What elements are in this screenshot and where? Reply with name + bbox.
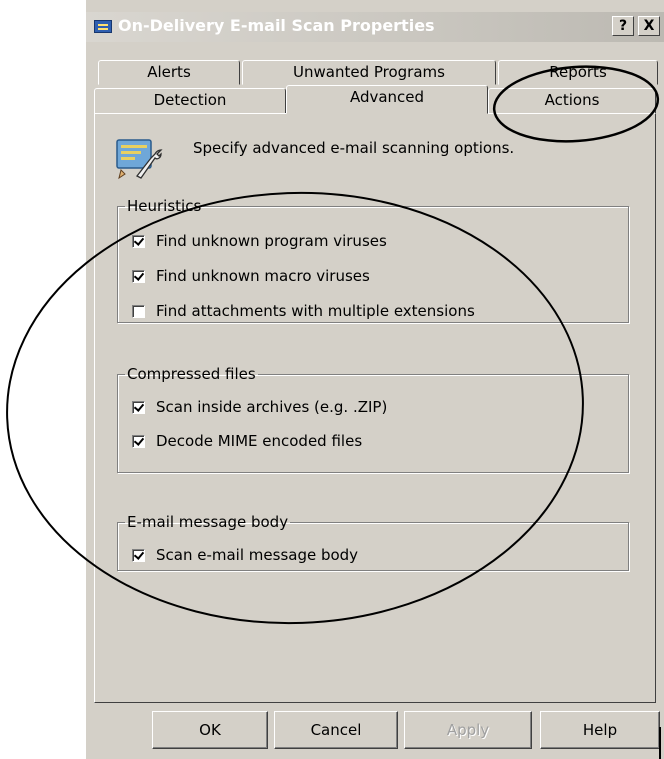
tab-detection[interactable]: Detection <box>94 88 286 114</box>
email-message-body-group-title: E-mail message body <box>127 513 289 531</box>
find-unknown-macro-viruses-checkbox[interactable]: Find unknown macro viruses <box>132 266 370 286</box>
find-unknown-program-viruses-checkbox[interactable]: Find unknown program viruses <box>132 231 387 251</box>
help-button[interactable]: Help <box>540 711 660 749</box>
close-title-button[interactable]: X <box>638 16 660 36</box>
help-title-button[interactable]: ? <box>612 16 634 36</box>
checkbox-box[interactable] <box>132 269 145 283</box>
compressed-files-group: Compressed files Scan inside archives (e… <box>117 365 629 473</box>
tab-alerts[interactable]: Alerts <box>98 60 240 85</box>
title-bar[interactable]: On-Delivery E-mail Scan Properties ? X <box>86 12 664 42</box>
cancel-button[interactable]: Cancel <box>274 711 398 749</box>
checkbox-label: Scan e-mail message body <box>156 546 359 564</box>
tab-advanced[interactable]: Advanced <box>286 85 488 114</box>
checkbox-label: Decode MIME encoded files <box>156 432 363 450</box>
scan-inside-archives-checkbox[interactable]: Scan inside archives (e.g. .ZIP) <box>132 397 387 417</box>
checkbox-label: Scan inside archives (e.g. .ZIP) <box>156 398 388 416</box>
heuristics-group: Heuristics Find unknown program viruses … <box>117 197 629 323</box>
checkbox-box[interactable] <box>132 548 145 562</box>
tab-reports[interactable]: Reports <box>498 60 658 85</box>
tab-unwanted-programs[interactable]: Unwanted Programs <box>242 60 496 85</box>
window-title: On-Delivery E-mail Scan Properties <box>118 16 435 35</box>
compressed-files-group-title: Compressed files <box>127 365 256 383</box>
email-message-body-group: E-mail message body Scan e-mail message … <box>117 513 629 571</box>
heuristics-group-title: Heuristics <box>127 197 202 215</box>
ok-button[interactable]: OK <box>152 711 268 749</box>
tab-actions[interactable]: Actions <box>488 88 656 114</box>
find-attachments-multiple-extensions-checkbox[interactable]: Find attachments with multiple extension… <box>132 301 475 321</box>
decode-mime-encoded-files-checkbox[interactable]: Decode MIME encoded files <box>132 431 362 451</box>
mail-window-icon <box>94 20 112 33</box>
checkbox-box[interactable] <box>132 304 145 318</box>
advanced-tab-panel: Specify advanced e-mail scanning options… <box>94 113 656 703</box>
checkbox-label: Find attachments with multiple extension… <box>156 302 475 320</box>
checkbox-label: Find unknown program viruses <box>156 232 387 250</box>
settings-wrench-icon <box>116 139 163 180</box>
checkbox-box[interactable] <box>132 234 145 248</box>
panel-description: Specify advanced e-mail scanning options… <box>193 139 515 157</box>
apply-button[interactable]: Apply <box>404 711 532 749</box>
checkbox-box[interactable] <box>132 400 145 414</box>
checkbox-label: Find unknown macro viruses <box>156 267 370 285</box>
properties-dialog: On-Delivery E-mail Scan Properties ? X A… <box>86 0 664 759</box>
checkbox-box[interactable] <box>132 434 145 448</box>
edge-marker <box>659 727 661 759</box>
scan-email-message-body-checkbox[interactable]: Scan e-mail message body <box>132 545 358 565</box>
